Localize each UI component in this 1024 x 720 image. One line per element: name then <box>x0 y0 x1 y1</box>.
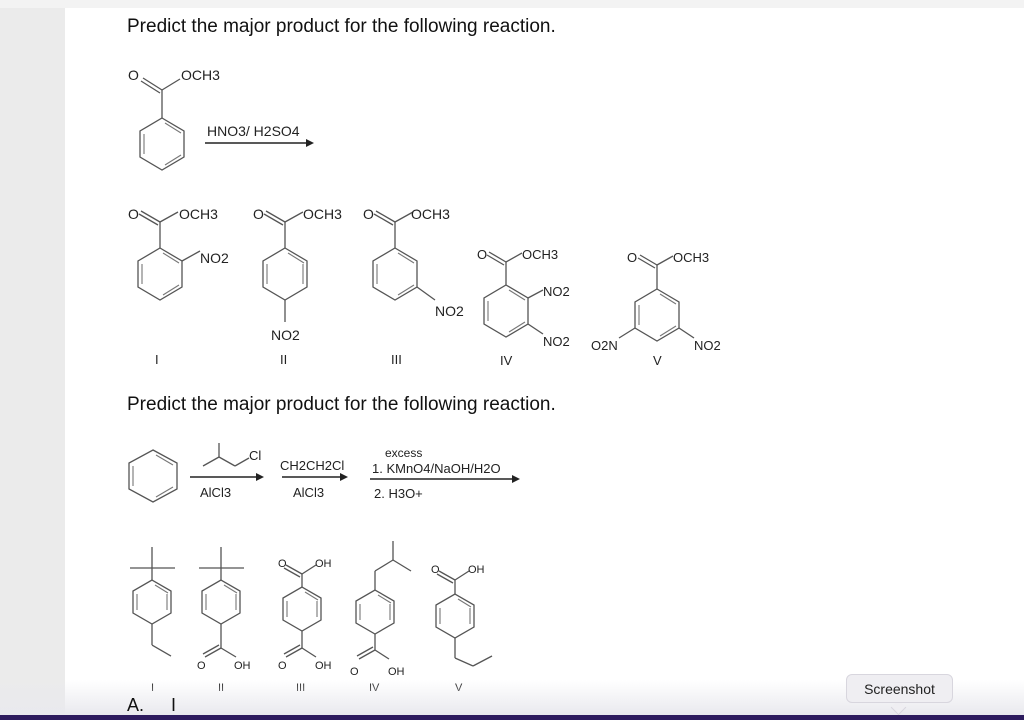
carbonyl-oxygen-label: O <box>350 666 359 678</box>
step2-reagent-label: CH2CH2Cl <box>280 458 344 473</box>
selected-answer: A. I <box>127 695 176 716</box>
answer-value: I <box>171 695 177 715</box>
option-label: I <box>155 352 159 367</box>
hydroxyl-label: OH <box>234 660 251 672</box>
option-label: V <box>653 353 662 368</box>
q2-option-IV: O OH IV <box>350 541 412 694</box>
ester-label: OCH3 <box>411 206 450 222</box>
reaction-diagrams: O OCH3 HNO3/ H2SO4 O OCH3 NO2 I O OCH3 N… <box>128 67 721 694</box>
nitro-label: NO2 <box>200 250 229 266</box>
ester-label: OCH3 <box>179 206 218 222</box>
step1-catalyst-label: AlCl3 <box>200 485 231 500</box>
hydroxyl-label: OH <box>315 558 332 570</box>
step3-oxidant-label: 1. KMnO4/NaOH/H2O <box>372 461 501 476</box>
carbonyl-oxygen-label: O <box>197 660 206 672</box>
q1-reagent-label: HNO3/ H2SO4 <box>207 123 300 139</box>
carbonyl-oxygen-label: O <box>278 660 287 672</box>
q2-step3-arrow: excess 1. KMnO4/NaOH/H2O 2. H3O+ <box>370 446 520 501</box>
step2-catalyst-label: AlCl3 <box>293 485 324 500</box>
option-label: IV <box>500 353 513 368</box>
hydroxyl-label: OH <box>388 666 405 678</box>
q2-benzene <box>128 449 178 503</box>
ester-label: OCH3 <box>673 250 709 265</box>
carbonyl-oxygen-label: O <box>477 247 487 262</box>
carbonyl-oxygen-label: O <box>128 206 139 222</box>
tooltip-label: Screenshot <box>864 680 935 697</box>
hydroxyl-label: OH <box>468 564 485 576</box>
hydroxyl-label: OH <box>315 660 332 672</box>
carbonyl-oxygen-label: O <box>627 250 637 265</box>
step3-acid-label: 2. H3O+ <box>374 486 423 501</box>
carbonyl-oxygen-label: O <box>253 206 264 222</box>
ester-label: OCH3 <box>181 67 220 83</box>
q1-option-II: O OCH3 NO2 II <box>253 206 342 367</box>
ester-label: OCH3 <box>303 206 342 222</box>
answer-prefix: A. <box>127 695 145 715</box>
carbonyl-oxygen-label: O <box>363 206 374 222</box>
bottom-bar <box>0 715 1024 720</box>
carbonyl-oxygen-label: O <box>431 564 440 576</box>
q2-option-V: O OH V <box>431 564 493 694</box>
q1-option-V: O OCH3 O2N NO2 V <box>591 250 721 368</box>
chloride-label: Cl <box>249 448 261 463</box>
q2-option-I: I <box>130 547 175 694</box>
option-label: II <box>280 352 287 367</box>
nitro-label: O2N <box>591 338 618 353</box>
carbonyl-oxygen-label: O <box>278 558 287 570</box>
step3-excess-label: excess <box>385 446 422 460</box>
q2-step1-arrow: Cl AlCl3 <box>190 443 264 500</box>
ester-label: OCH3 <box>522 247 558 262</box>
nitro-label: NO2 <box>694 338 721 353</box>
q2-option-III: O OH O OH III <box>278 558 332 694</box>
nitro-label: NO2 <box>271 327 300 343</box>
carbonyl-oxygen-label: O <box>128 67 139 83</box>
q2-step2-arrow: CH2CH2Cl AlCl3 <box>280 458 348 500</box>
option-label: III <box>391 352 402 367</box>
q1-starting-material: O OCH3 <box>128 67 220 171</box>
nitro-label: NO2 <box>543 334 570 349</box>
nitro-label: NO2 <box>543 284 570 299</box>
nitro-label: NO2 <box>435 303 464 319</box>
q1-option-III: O OCH3 NO2 III <box>363 206 464 367</box>
screenshot-tooltip: Screenshot <box>846 674 953 703</box>
q1-reaction-arrow: HNO3/ H2SO4 <box>205 123 314 147</box>
q1-option-I: O OCH3 NO2 I <box>128 206 229 367</box>
q1-option-IV: O OCH3 NO2 NO2 IV <box>477 247 570 368</box>
q2-option-II: O OH II <box>197 547 251 694</box>
